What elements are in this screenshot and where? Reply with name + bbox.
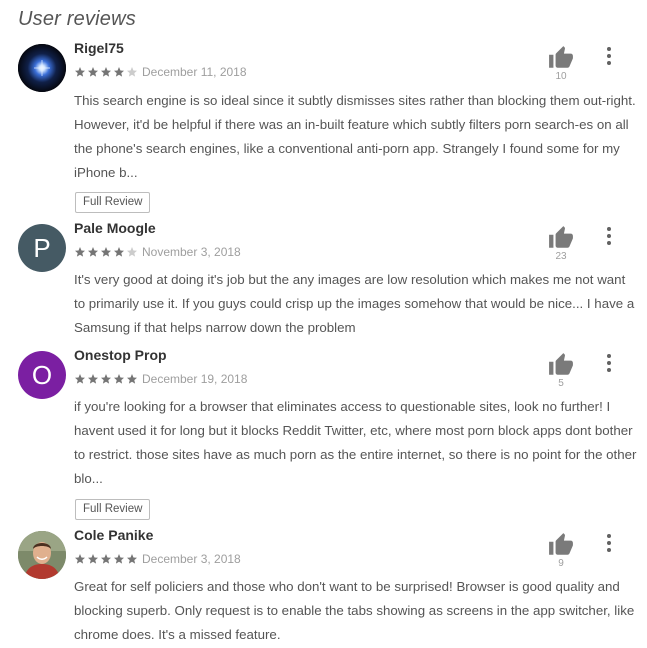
review-date: December 11, 2018 — [142, 65, 247, 79]
review-date: December 19, 2018 — [142, 372, 248, 386]
star-icon — [87, 66, 99, 78]
thumb-up-icon[interactable] — [548, 532, 574, 558]
star-icon — [87, 553, 99, 565]
avatar[interactable]: O — [18, 351, 66, 399]
review-meta: November 3, 2018 — [74, 245, 241, 259]
star-icon — [113, 66, 125, 78]
like-count: 5 — [558, 378, 564, 389]
star-icon — [74, 246, 86, 258]
star-icon — [74, 373, 86, 385]
star-icon — [126, 246, 138, 258]
star-icon — [113, 553, 125, 565]
review-meta: December 11, 2018 — [74, 65, 247, 79]
review-date: December 3, 2018 — [142, 552, 241, 566]
star-photo-icon — [18, 44, 66, 92]
review-date: November 3, 2018 — [142, 245, 241, 259]
full-review-button[interactable]: Full Review — [75, 499, 151, 520]
star-icon — [126, 66, 138, 78]
star-icon — [113, 246, 125, 258]
star-icon — [100, 553, 112, 565]
person-photo-icon — [18, 531, 66, 579]
review-meta: December 19, 2018 — [74, 372, 247, 386]
review-text: Great for self policiers and those who d… — [74, 579, 635, 642]
review-author[interactable]: Cole Panike — [74, 527, 153, 543]
rating-stars — [74, 246, 139, 258]
more-vertical-icon[interactable] — [600, 45, 618, 67]
star-icon — [100, 66, 112, 78]
review-text: if you're looking for a browser that eli… — [74, 399, 637, 486]
review-author[interactable]: Rigel75 — [74, 40, 124, 56]
thumb-up-icon[interactable] — [548, 352, 574, 378]
avatar[interactable]: P — [18, 224, 66, 272]
star-icon — [74, 553, 86, 565]
star-icon — [100, 246, 112, 258]
review-text: It's very good at doing it's job but the… — [74, 272, 635, 335]
thumb-up-icon[interactable] — [548, 225, 574, 251]
star-icon — [87, 246, 99, 258]
more-vertical-icon[interactable] — [600, 532, 618, 554]
review-author[interactable]: Onestop Prop — [74, 347, 167, 363]
star-icon — [87, 373, 99, 385]
more-vertical-icon[interactable] — [600, 352, 618, 374]
section-title: User reviews — [18, 8, 136, 30]
thumb-up-icon[interactable] — [548, 45, 574, 71]
star-icon — [113, 373, 125, 385]
review-author[interactable]: Pale Moogle — [74, 220, 156, 236]
rating-stars — [74, 66, 139, 78]
more-vertical-icon[interactable] — [600, 225, 618, 247]
star-icon — [100, 373, 112, 385]
full-review-button[interactable]: Full Review — [75, 192, 151, 213]
star-icon — [126, 553, 138, 565]
star-icon — [74, 66, 86, 78]
like-count: 23 — [555, 251, 567, 262]
rating-stars — [74, 373, 139, 385]
like-count: 9 — [558, 558, 564, 569]
star-icon — [126, 373, 138, 385]
avatar[interactable] — [18, 531, 66, 579]
like-count: 10 — [555, 71, 567, 82]
rating-stars — [74, 553, 139, 565]
review-meta: December 3, 2018 — [74, 552, 241, 566]
avatar[interactable] — [18, 44, 66, 92]
review-text: This search engine is so ideal since it … — [74, 93, 636, 180]
